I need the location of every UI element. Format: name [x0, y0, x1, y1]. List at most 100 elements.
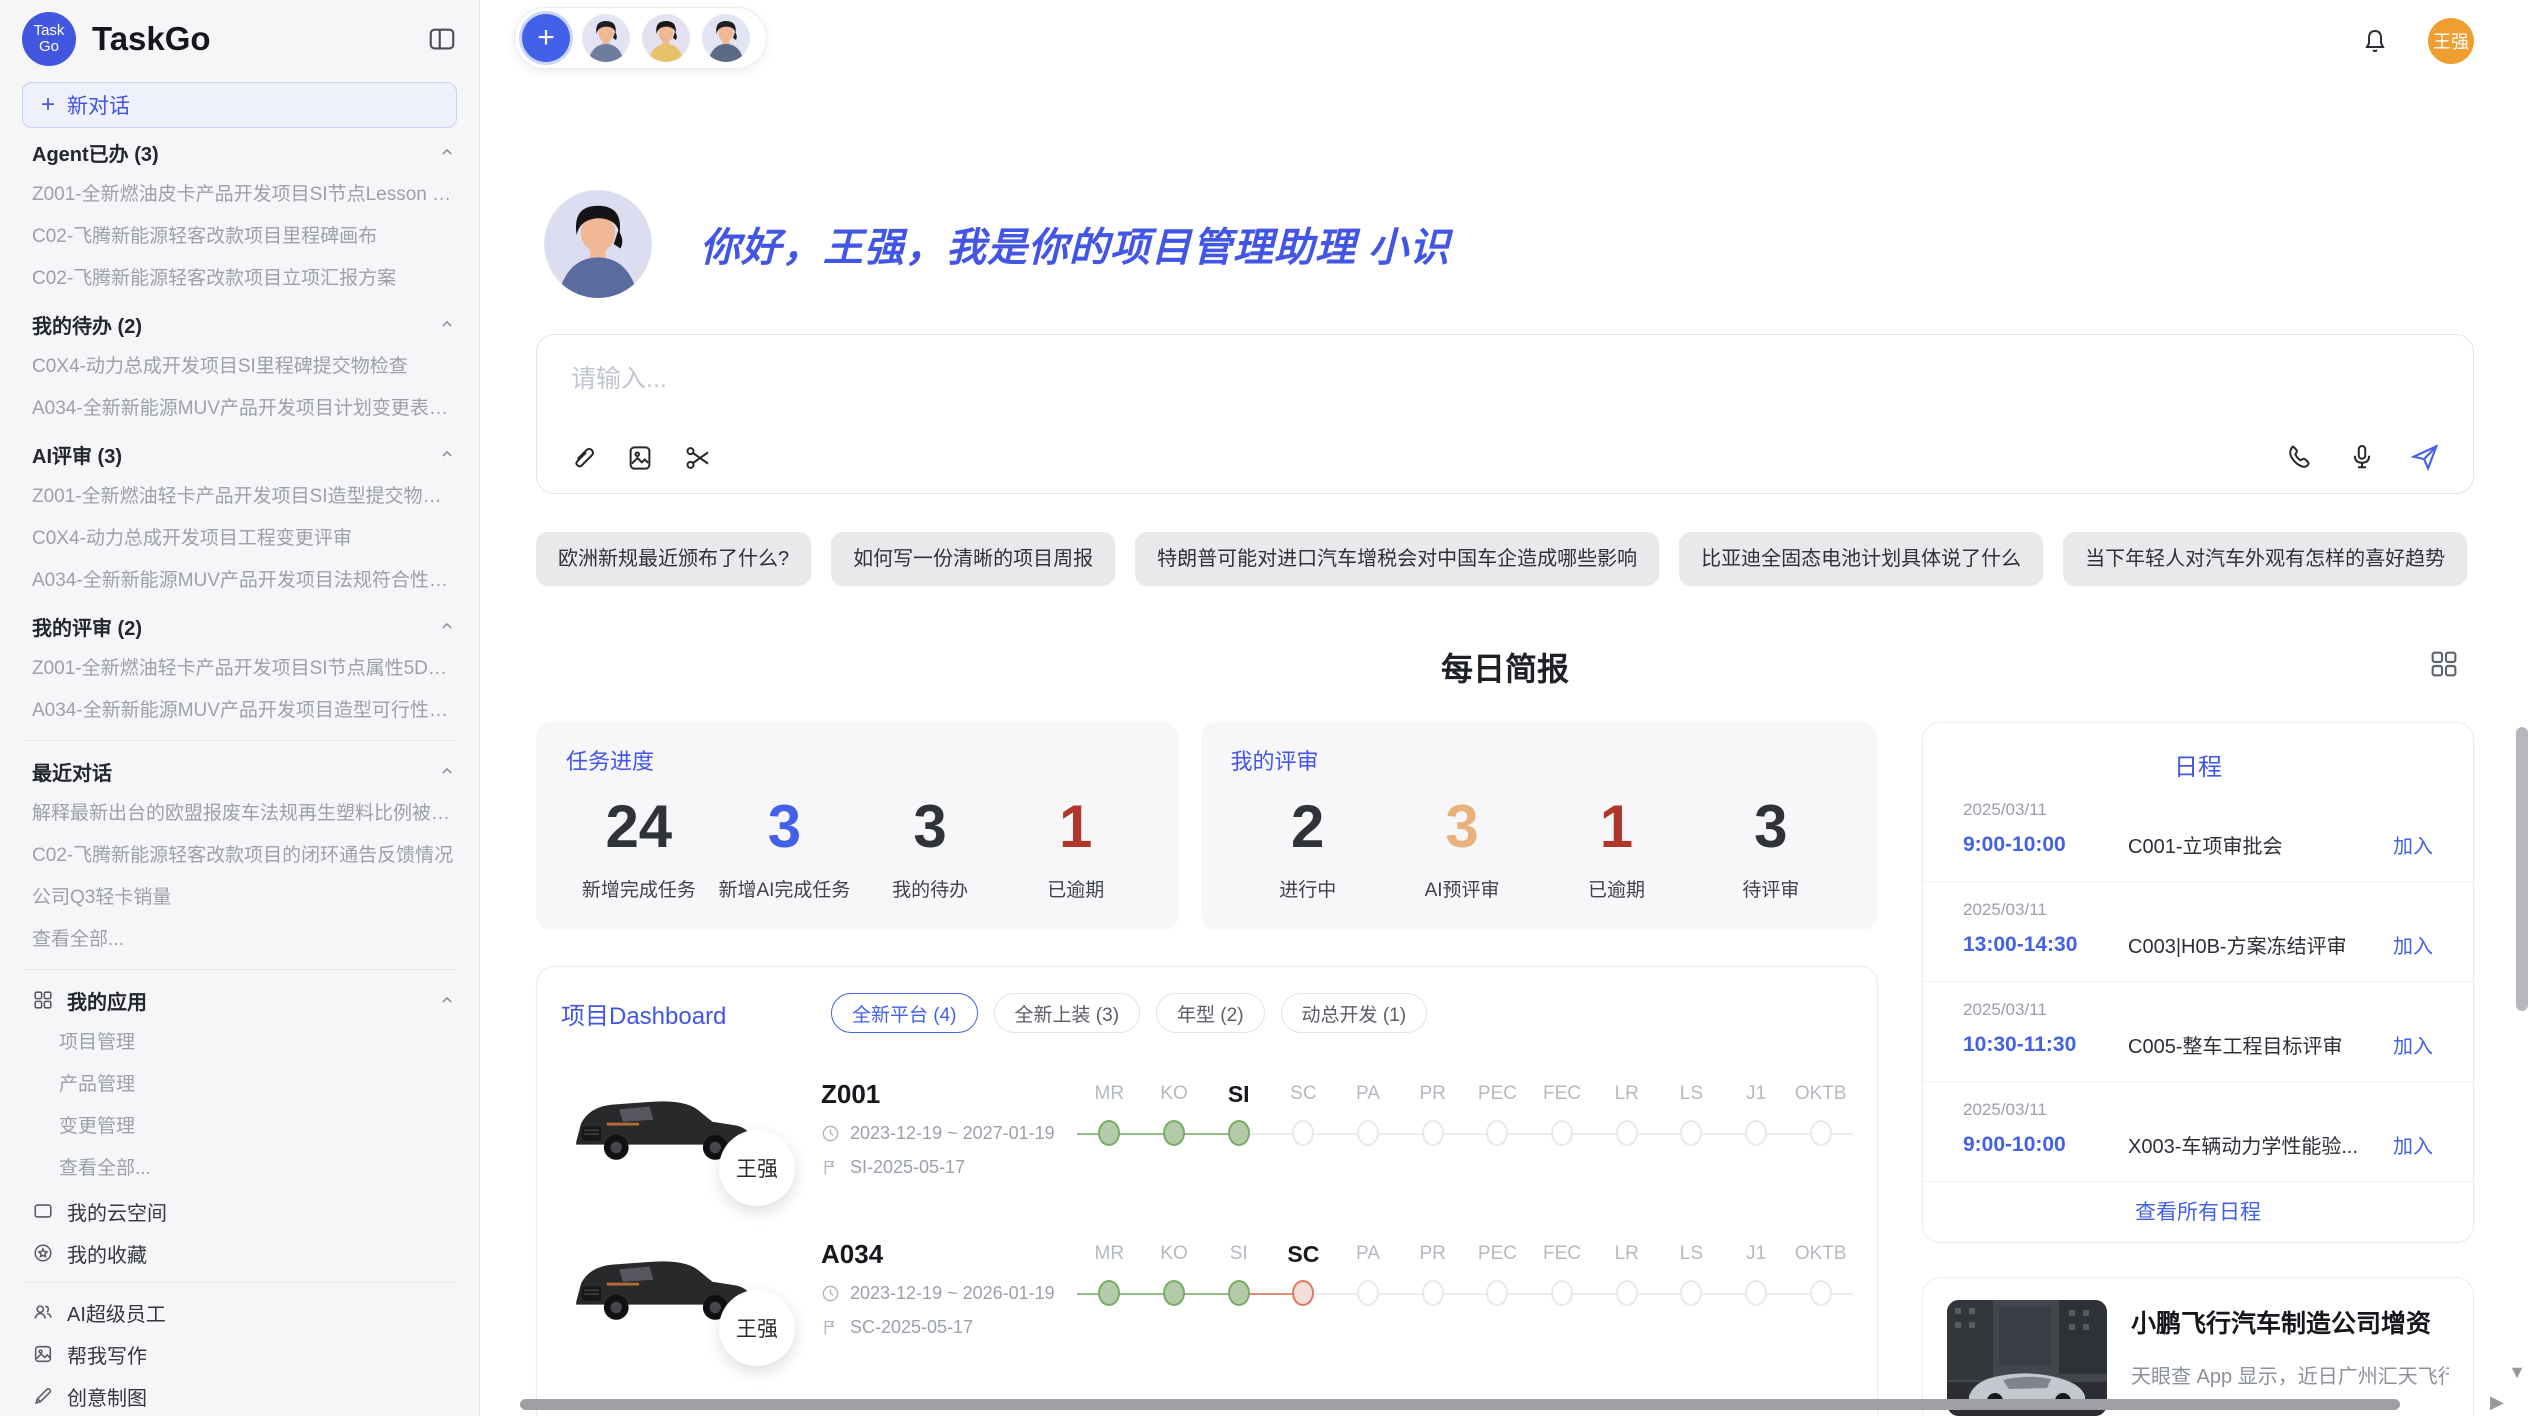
project-row-a034[interactable]: 王强 A034 2023-12-19 ~ 2026-01-19 SC-2025-…: [561, 1223, 1853, 1353]
recent-view-all[interactable]: 查看全部...: [22, 919, 457, 961]
sidebar-item[interactable]: A034-全新新能源MUV产品开发项目造型可行性评审: [22, 690, 457, 732]
send-icon[interactable]: [2409, 441, 2441, 473]
scissors-icon[interactable]: [683, 443, 713, 473]
sidebar-item-ai-staff[interactable]: AI超级员工: [22, 1291, 457, 1333]
microphone-icon[interactable]: [2347, 442, 2377, 472]
layout-grid-icon[interactable]: [2428, 648, 2460, 680]
milestone-label: OKTB: [1795, 1240, 1847, 1268]
scroll-down-arrow-icon[interactable]: ▼: [2508, 1362, 2526, 1383]
chat-input[interactable]: [571, 365, 1879, 394]
event-date: 2025/03/11: [1963, 900, 2433, 920]
card-title: 任务进度: [566, 744, 1149, 776]
suggestion-chip[interactable]: 欧洲新规最近颁布了什么?: [536, 532, 811, 586]
milestone-node: [1745, 1280, 1767, 1306]
left-column: 任务进度 24 新增完成任务 3 新增AI完成任务 3 我的待办: [536, 722, 1878, 1416]
recent-chat-item[interactable]: 解释最新出台的欧盟报废车法规再生塑料比例被调至15%...: [22, 793, 457, 835]
recent-chat-item[interactable]: 公司Q3轻卡销量: [22, 877, 457, 919]
sidebar-item[interactable]: Z001-全新燃油轻卡产品开发项目SI节点属性5D文件评审: [22, 648, 457, 690]
filter-pill-new-platform[interactable]: 全新平台 (4): [831, 993, 978, 1033]
join-link[interactable]: 加入: [2393, 1030, 2433, 1059]
suggestion-chip[interactable]: 特朗普可能对进口汽车增税会对中国车企造成哪些影响: [1135, 532, 1659, 586]
filter-pill-year-model[interactable]: 年型 (2): [1156, 993, 1265, 1033]
user-avatar[interactable]: 王强: [2428, 18, 2474, 64]
join-link[interactable]: 加入: [2393, 1130, 2433, 1159]
stat-in-progress: 2 进行中: [1231, 780, 1385, 902]
milestone-node-current: [1228, 1120, 1250, 1146]
event-time: 13:00-14:30: [1963, 933, 2128, 957]
scroll-right-arrow-icon[interactable]: ▶: [2490, 1392, 2504, 1413]
horizontal-scrollbar[interactable]: [520, 1399, 2400, 1410]
member-avatar-1[interactable]: [582, 14, 630, 62]
project-date-range: 2023-12-19 ~ 2027-01-19: [821, 1123, 1061, 1144]
sidebar-item[interactable]: Z001-全新燃油皮卡产品开发项目SI节点Lesson Learn报告: [22, 174, 457, 216]
suggestion-chip[interactable]: 如何写一份清晰的项目周报: [831, 532, 1115, 586]
news-title: 小鹏飞行汽车制造公司增资: [2131, 1304, 2449, 1340]
stat-label: 新增AI完成任务: [712, 875, 858, 902]
stat-label: 待评审: [1694, 875, 1848, 902]
chevron-up-icon[interactable]: [437, 314, 457, 334]
sidebar-collapse-icon[interactable]: [427, 24, 457, 54]
milestone-node: [1486, 1280, 1508, 1306]
sidebar-item[interactable]: C02-飞腾新能源轻客改款项目立项汇报方案: [22, 258, 457, 300]
member-avatar-2[interactable]: [642, 14, 690, 62]
attachment-icon[interactable]: [567, 443, 597, 473]
sidebar-item[interactable]: Z001-全新燃油轻卡产品开发项目SI造型提交物评审: [22, 476, 457, 518]
sidebar-item-creative-draw[interactable]: 创意制图: [22, 1375, 457, 1416]
vertical-scrollbar[interactable]: [2516, 727, 2528, 1011]
sidebar-item[interactable]: A034-全新新能源MUV产品开发项目法规符合性评审: [22, 560, 457, 602]
stat-value: 3: [712, 780, 858, 873]
member-avatar-3[interactable]: [702, 14, 750, 62]
image-upload-icon[interactable]: [625, 443, 655, 473]
sidebar-item[interactable]: C0X4-动力总成开发项目工程变更评审: [22, 518, 457, 560]
sidebar-group-header-ai-review[interactable]: AI评审 (3): [22, 432, 457, 476]
notification-bell-icon[interactable]: [2360, 26, 2390, 56]
suggestion-chip[interactable]: 比亚迪全固态电池计划具体说了什么: [1679, 532, 2043, 586]
new-chat-label: 新对话: [67, 90, 130, 120]
app-item-change-mgmt[interactable]: 变更管理: [22, 1106, 457, 1148]
stat-value: 24: [566, 780, 712, 873]
divider: [22, 1282, 457, 1283]
sidebar-group-header-agent-done[interactable]: Agent已办 (3): [22, 130, 457, 174]
view-all-schedule-link[interactable]: 查看所有日程: [1923, 1196, 2473, 1226]
chevron-up-icon[interactable]: [437, 142, 457, 162]
app-title: TaskGo: [92, 20, 211, 58]
sidebar-item-favorites[interactable]: 我的收藏: [22, 1232, 457, 1274]
sidebar-group-header-recent[interactable]: 最近对话: [22, 749, 457, 793]
app-item-product-mgmt[interactable]: 产品管理: [22, 1064, 457, 1106]
apps-view-all[interactable]: 查看全部...: [22, 1148, 457, 1190]
new-chat-button[interactable]: + 新对话: [22, 82, 457, 128]
event-name: C001-立项审批会: [2128, 830, 2379, 859]
filter-pill-new-body[interactable]: 全新上装 (3): [994, 993, 1141, 1033]
chevron-up-icon[interactable]: [437, 616, 457, 636]
sidebar-item[interactable]: C0X4-动力总成开发项目SI里程碑提交物检查: [22, 346, 457, 388]
milestone-label: SI: [1230, 1240, 1248, 1268]
sidebar-group-header-my-apps[interactable]: 我的应用: [22, 978, 457, 1022]
chevron-up-icon[interactable]: [437, 990, 457, 1010]
suggestion-chip[interactable]: 当下年轻人对汽车外观有怎样的喜好趋势: [2063, 532, 2467, 586]
sidebar-item[interactable]: C02-飞腾新能源轻客改款项目里程碑画布: [22, 216, 457, 258]
filter-pill-powertrain[interactable]: 动总开发 (1): [1281, 993, 1428, 1033]
chevron-up-icon[interactable]: [437, 761, 457, 781]
logo-text-top: Task: [34, 23, 65, 39]
app-item-project-mgmt[interactable]: 项目管理: [22, 1022, 457, 1064]
event-date: 2025/03/11: [1963, 800, 2433, 820]
join-link[interactable]: 加入: [2393, 930, 2433, 959]
milestone-label: OKTB: [1795, 1080, 1847, 1108]
sidebar-item-write-helper[interactable]: 帮我写作: [22, 1333, 457, 1375]
project-row-z001[interactable]: 王强 Z001 2023-12-19 ~ 2027-01-19 SI-2025-…: [561, 1063, 1853, 1193]
milestone-label: LS: [1680, 1080, 1703, 1108]
milestone-label-current: SC: [1287, 1240, 1319, 1268]
sidebar-item[interactable]: A034-全新新能源MUV产品开发项目计划变更表编写: [22, 388, 457, 430]
news-card[interactable]: 小鹏飞行汽车制造公司增资 天眼查 App 显示，近日广州汇天飞行汽...: [1922, 1277, 2474, 1416]
sidebar-group-header-my-todo[interactable]: 我的待办 (2): [22, 302, 457, 346]
phone-call-icon[interactable]: [2285, 442, 2315, 472]
sidebar-item-cloud-space[interactable]: 我的云空间: [22, 1190, 457, 1232]
milestone-timeline: MR KO SI SC PA PR PEC FEC LR LS J1 OKTB: [1077, 1240, 1853, 1336]
join-link[interactable]: 加入: [2393, 830, 2433, 859]
sidebar: Task Go TaskGo + 新对话 Agent已办 (3) Z001-全新…: [0, 0, 480, 1416]
main-area: + 王强 你好，王强，我是你的项目管理助理 小识: [480, 0, 2532, 1416]
sidebar-group-header-my-review[interactable]: 我的评审 (2): [22, 604, 457, 648]
chevron-up-icon[interactable]: [437, 444, 457, 464]
add-member-button[interactable]: +: [522, 14, 570, 62]
recent-chat-item[interactable]: C02-飞腾新能源轻客改款项目的闭环通告反馈情况: [22, 835, 457, 877]
